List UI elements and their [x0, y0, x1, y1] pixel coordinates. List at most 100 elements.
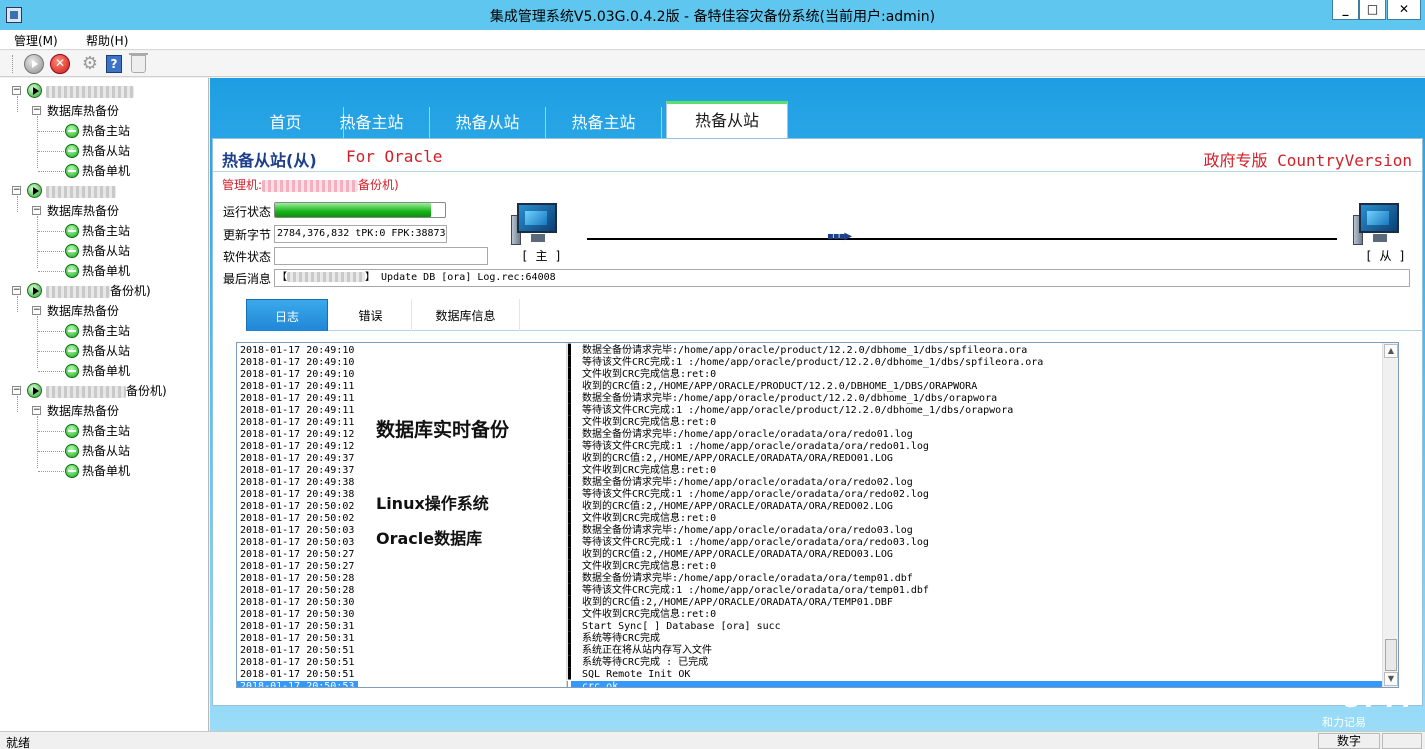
log-message: SQL Remote Init OK	[582, 669, 691, 680]
title-bar: 集成管理系统V5.03G.0.4.2版 - 备特佳容灾备份系统(当前用户:adm…	[0, 0, 1425, 30]
leaf-status-icon	[65, 144, 79, 158]
menu-manage[interactable]: 管理(M)	[14, 32, 58, 49]
scroll-up-icon[interactable]: ▲	[1384, 344, 1398, 358]
soft-status-field	[274, 247, 488, 265]
tree-leaf-slave[interactable]: 热备从站	[82, 342, 130, 360]
tree-leaf-standalone[interactable]: 热备单机	[82, 362, 130, 380]
log-time: 2018-01-17 20:49:10	[240, 369, 355, 380]
log-separator: ▌	[568, 681, 575, 688]
last-msg-text: Update DB [ora] Log.rec:64008	[381, 272, 556, 283]
log-time: 2018-01-17 20:50:51	[240, 645, 355, 656]
tree-line	[17, 296, 18, 312]
server-tree[interactable]: − − 数据库热备份 热备主站 热备从站 热备单机 − − 数据库热备份 热备主站 热备从站 热备单机…	[0, 78, 209, 731]
tree-leaf-slave[interactable]: 热备从站	[82, 442, 130, 460]
log-time: 2018-01-17 20:50:30	[240, 597, 355, 608]
log-separator: ▌	[568, 417, 575, 428]
tree-leaf-standalone[interactable]: 热备单机	[82, 262, 130, 280]
minimize-button[interactable]: _	[1332, 0, 1359, 20]
leaf-status-icon	[65, 124, 79, 138]
log-time: 2018-01-17 20:50:03	[240, 537, 355, 548]
tree-db-backup-node[interactable]: 数据库热备份	[47, 202, 119, 220]
log-separator: ▌	[568, 669, 575, 680]
log-message: 等待该文件CRC完成:1 :/home/app/oracle/product/1…	[582, 405, 1014, 416]
log-separator: ▌	[568, 441, 575, 452]
server-status-icon	[27, 183, 42, 198]
tree-line	[38, 171, 64, 172]
log-separator: ▌	[568, 657, 575, 668]
tree-expander-icon[interactable]: −	[12, 86, 21, 95]
log-time: 2018-01-17 20:49:37	[240, 453, 355, 464]
tree-leaf-master[interactable]: 热备主站	[82, 322, 130, 340]
master-label: [ 主 ]	[521, 249, 562, 263]
log-time: 2018-01-17 20:50:02	[240, 513, 355, 524]
log-separator: ▌	[568, 369, 575, 380]
tab-master-2[interactable]: 热备主站	[546, 107, 662, 138]
tree-line	[17, 196, 18, 212]
watermark-logo-text: UPM	[1342, 684, 1415, 714]
tree-leaf-slave[interactable]: 热备从站	[82, 242, 130, 260]
tree-expander-icon[interactable]: −	[32, 406, 41, 415]
tree-leaf-master[interactable]: 热备主站	[82, 422, 130, 440]
log-list[interactable]: 2018-01-17 20:49:10 ▌ 数据全备份请求完毕:/home/app/…	[236, 342, 1399, 688]
tree-expander-icon[interactable]: −	[12, 386, 21, 395]
tree-leaf-master[interactable]: 热备主站	[82, 122, 130, 140]
tree-leaf-master[interactable]: 热备主站	[82, 222, 130, 240]
tree-expander-icon[interactable]: −	[32, 106, 41, 115]
subtab-errors[interactable]: 错误	[330, 299, 412, 331]
leaf-status-icon	[65, 324, 79, 338]
tree-db-backup-node[interactable]: 数据库热备份	[47, 402, 119, 420]
tab-master-1[interactable]: 热备主站	[314, 107, 430, 138]
toolbar-grip[interactable]	[12, 55, 15, 73]
log-message: 数据全备份请求完毕:/home/app/oracle/oradata/ora/r…	[582, 525, 913, 536]
tree-leaf-standalone[interactable]: 热备单机	[82, 162, 130, 180]
tree-server-node[interactable]: 备份机)	[46, 282, 151, 300]
tree-line	[37, 216, 38, 268]
tree-server-node[interactable]: 备份机)	[46, 382, 167, 400]
watermark-logo: UPM 和力记易	[1318, 684, 1418, 729]
last-msg-close: 】	[365, 272, 375, 283]
subtab-log[interactable]: 日志	[246, 299, 328, 331]
log-scrollbar[interactable]: ▲ ▼	[1382, 343, 1398, 687]
menu-bar: 管理(M) 帮助(H)	[0, 30, 1425, 50]
tree-db-backup-node[interactable]: 数据库热备份	[47, 302, 119, 320]
tab-slave-1[interactable]: 热备从站	[430, 107, 546, 138]
log-time: 2018-01-17 20:50:53	[240, 681, 355, 688]
log-message: 文件收到CRC完成信息:ret:0	[582, 369, 717, 380]
subtab-db-info[interactable]: 数据库信息	[412, 299, 520, 331]
scroll-thumb[interactable]	[1385, 639, 1397, 671]
tree-expander-icon[interactable]: −	[12, 186, 21, 195]
tree-expander-icon[interactable]: −	[32, 306, 41, 315]
server-status-icon	[27, 383, 42, 398]
log-message: 收到的CRC值:2,/HOME/APP/ORACLE/ORADATA/ORA/R…	[582, 501, 893, 512]
start-icon[interactable]	[24, 54, 44, 74]
window-title: 集成管理系统V5.03G.0.4.2版 - 备特佳容灾备份系统(当前用户:adm…	[489, 9, 936, 25]
trash-icon[interactable]	[129, 53, 148, 73]
tree-server-node[interactable]	[46, 82, 134, 100]
log-message: 收到的CRC值:2,/HOME/APP/ORACLE/ORADATA/ORA/T…	[582, 597, 893, 608]
redacted-server-name	[46, 85, 134, 98]
menu-help[interactable]: 帮助(H)	[86, 32, 128, 49]
maximize-button[interactable]: □	[1359, 0, 1386, 20]
help-icon[interactable]: ?	[106, 55, 122, 73]
tree-expander-icon[interactable]: −	[32, 206, 41, 215]
log-separator: ▌	[568, 477, 575, 488]
log-message: 文件收到CRC完成信息:ret:0	[582, 417, 717, 428]
log-message: 等待该文件CRC完成:1 :/home/app/oracle/oradata/o…	[582, 489, 929, 500]
close-button[interactable]: ✕	[1387, 0, 1421, 20]
log-time: 2018-01-17 20:49:10	[240, 345, 355, 356]
tree-db-backup-node[interactable]: 数据库热备份	[47, 102, 119, 120]
settings-gear-icon[interactable]: ⚙	[80, 54, 100, 74]
tree-line	[37, 116, 38, 168]
log-time: 2018-01-17 20:50:28	[240, 573, 355, 584]
tree-expander-icon[interactable]: −	[12, 286, 21, 295]
log-time: 2018-01-17 20:50:03	[240, 525, 355, 536]
log-separator: ▌	[568, 633, 575, 644]
stop-icon[interactable]	[50, 54, 70, 74]
log-message: 收到的CRC值:2,/HOME/APP/ORACLE/ORADATA/ORA/R…	[582, 549, 893, 560]
promo-overlay: 数据库实时备份 Linux操作系统 Oracle数据库	[358, 343, 567, 687]
tree-leaf-standalone[interactable]: 热备单机	[82, 462, 130, 480]
tree-server-node[interactable]	[46, 182, 116, 200]
tab-slave-2[interactable]: 热备从站	[666, 101, 788, 138]
tree-line	[37, 316, 38, 368]
tree-leaf-slave[interactable]: 热备从站	[82, 142, 130, 160]
